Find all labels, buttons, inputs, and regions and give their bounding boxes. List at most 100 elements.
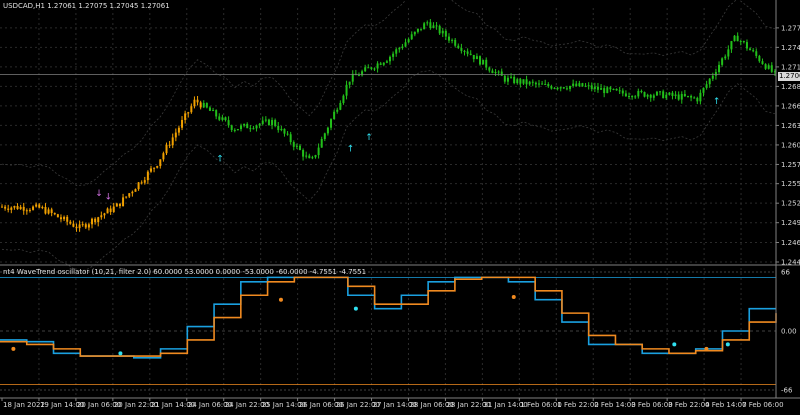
candle-body — [292, 142, 295, 147]
candle-body — [742, 41, 745, 43]
candle-body — [416, 28, 419, 32]
candle-body — [53, 213, 56, 215]
candle-body — [513, 76, 516, 84]
candle-body — [149, 168, 152, 172]
candle-body — [727, 49, 730, 57]
candle-body — [382, 62, 385, 65]
candle-body — [97, 217, 100, 223]
candle-body — [655, 91, 658, 96]
candle-body — [690, 95, 693, 98]
time-tick-label: 7 Feb 06:00 — [742, 401, 783, 409]
candle-body — [451, 39, 454, 41]
price-tick-label: 1.27170 — [781, 63, 800, 71]
price-tick-label: 1.27720 — [781, 24, 800, 32]
candle-body — [230, 125, 233, 130]
candle-body — [267, 119, 270, 126]
candle-body — [159, 159, 162, 167]
candle-body — [208, 107, 211, 111]
candle-body — [649, 94, 652, 98]
candle-body — [528, 81, 531, 85]
time-tick-label: 4 Feb 14:00 — [705, 401, 746, 409]
candle-body — [115, 203, 118, 207]
candle-body — [469, 53, 472, 55]
candle-body — [112, 206, 115, 212]
candle-body — [559, 87, 562, 89]
candle-body — [271, 120, 274, 126]
candle-body — [572, 83, 575, 86]
candle-body — [128, 193, 131, 197]
candle-body — [587, 85, 590, 87]
candle-body — [550, 86, 553, 89]
candle-body — [745, 42, 748, 49]
candle-body — [184, 113, 187, 120]
candle-body — [174, 132, 177, 138]
candle-body — [295, 145, 298, 147]
candle-body — [435, 25, 438, 27]
candle-body — [606, 87, 609, 94]
candle-body — [525, 79, 528, 85]
candle-body — [202, 103, 205, 108]
price-tick-label: 1.25795 — [781, 161, 800, 169]
candle-body — [240, 125, 243, 130]
candle-body — [302, 149, 305, 157]
candle-body — [702, 87, 705, 93]
candle-body — [35, 204, 38, 207]
candle-body — [475, 56, 478, 60]
candle-body — [693, 97, 696, 99]
candle-body — [274, 120, 277, 126]
candle-body — [432, 25, 435, 29]
buy-signal-arrow: ↑ — [365, 133, 373, 143]
candle-body — [674, 94, 677, 96]
chart-canvas[interactable]: ↑ ↑ ↑ ↑ ↓↓ 1.27720 1.27445 1.27170 1.26895 1.266… — [0, 0, 800, 411]
candle-body — [730, 41, 733, 50]
osc-signal-dot — [11, 346, 16, 351]
candle-body — [491, 70, 494, 74]
candle-body — [522, 79, 525, 84]
candle-body — [63, 216, 66, 220]
candle-body — [662, 91, 665, 99]
candle-body — [578, 83, 581, 87]
oscillator — [0, 271, 777, 391]
candle-body — [739, 41, 742, 43]
candle-body — [165, 144, 168, 154]
candle-body — [56, 214, 59, 218]
candle-body — [389, 56, 391, 62]
candle-body — [190, 106, 193, 113]
osc-signal-dot — [353, 306, 358, 311]
osc-signal-dot — [725, 342, 730, 347]
candle-body — [615, 88, 618, 91]
candle-body — [500, 71, 503, 76]
candle-body — [146, 171, 149, 181]
candle-body — [463, 50, 466, 52]
candle-body — [330, 119, 333, 128]
osc-tick-label: 0.00 — [781, 328, 797, 336]
candle-body — [258, 123, 261, 126]
buy-signal-arrow: ↑ — [347, 144, 355, 154]
candle-body — [482, 59, 485, 65]
candle-body — [41, 207, 44, 209]
candle-body — [584, 85, 587, 87]
candle-body — [218, 116, 221, 120]
candle-body — [420, 28, 423, 30]
candle-body — [106, 208, 109, 214]
candle-body — [311, 157, 314, 159]
candle-body — [652, 95, 655, 98]
candle-body — [705, 84, 708, 88]
candle-body — [187, 112, 190, 114]
candle-body — [177, 127, 180, 133]
chart-window[interactable]: ↑ ↑ ↑ ↑ ↓↓ 1.27720 1.27445 1.27170 1.26895 1.266… — [0, 0, 800, 411]
candle-body — [255, 125, 258, 129]
candle-body — [494, 72, 497, 74]
candle-body — [429, 22, 432, 29]
candle-body — [733, 35, 736, 42]
candle-body — [339, 102, 342, 110]
candle-body — [243, 123, 246, 126]
candle-body — [345, 84, 348, 96]
candle-body — [575, 83, 578, 87]
candle-body — [516, 79, 519, 84]
candle-body — [78, 224, 81, 229]
candle-body — [569, 85, 572, 89]
symbol-info: USDCAD,H1 1.27061 1.27075 1.27045 1.2706… — [3, 2, 170, 10]
current-price-badge: 1.27061 — [778, 72, 800, 81]
candle-body — [69, 221, 72, 224]
